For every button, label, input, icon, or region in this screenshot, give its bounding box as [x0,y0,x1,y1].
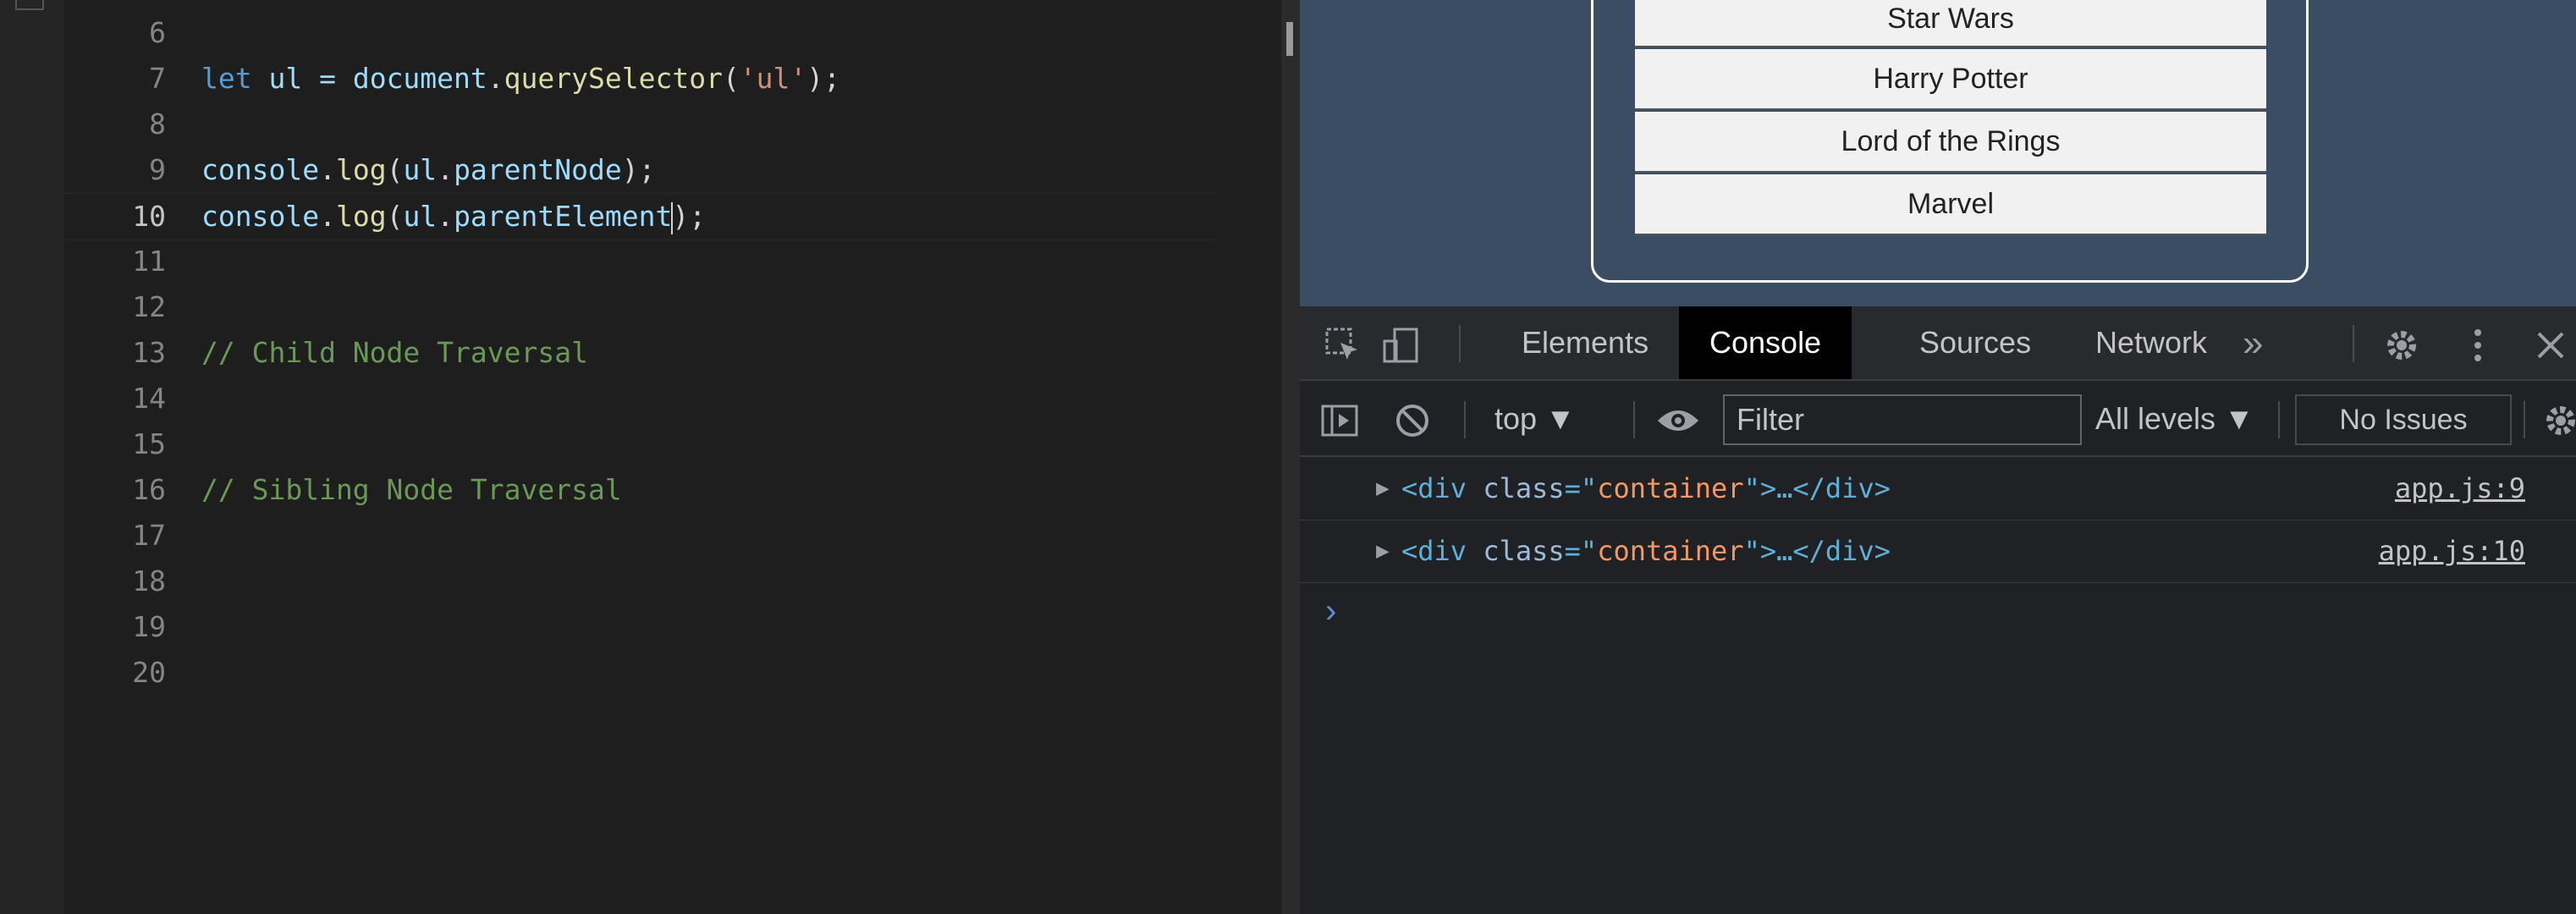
line-number: 11 [132,245,166,278]
code-comment[interactable]: // Sibling Node Traversal [201,467,622,513]
editor-line: 11 [64,239,1215,284]
editor-line: 7 let ul = document.querySelector('ul'); [64,56,1215,102]
console-settings-gear-icon[interactable] [2540,381,2576,457]
device-toolbar-icon[interactable] [1381,306,1420,381]
console-log-row[interactable]: ▶ <div class="container">…</div> app.js:… [1300,520,2576,583]
editor-line: 19 [64,604,1215,650]
line-number: 13 [132,336,166,369]
editor-line: 13 // Child Node Traversal [64,330,1215,376]
list-item: Marvel [1635,174,2266,235]
divider [2278,401,2280,438]
more-options-icon[interactable] [2473,306,2483,381]
line-number: 8 [149,107,166,140]
list-item: Harry Potter [1635,49,2266,110]
divider [2524,401,2525,438]
code-text[interactable]: console.log(ul.parentElement); [201,194,706,240]
line-number: 20 [132,656,166,689]
line-number: 12 [132,290,166,323]
splitter-grip[interactable] [1286,22,1293,56]
close-devtools-icon[interactable] [2535,306,2566,381]
divider [1464,401,1466,438]
line-number: 17 [132,519,166,552]
editor-line: 6 [64,10,1215,56]
editor-line: 15 [64,421,1215,467]
tab-console[interactable]: Console [1679,306,1852,379]
more-tabs-icon[interactable]: » [2243,306,2263,381]
console-prompt[interactable]: › [1325,586,1336,636]
code-comment[interactable]: // Child Node Traversal [201,330,588,376]
code-editor[interactable]: 6 7 let ul = document.querySelector('ul'… [64,0,1281,914]
devtools-panel: Elements Console Sources Network » top ▼… [1300,306,2576,914]
log-source-link[interactable]: app.js:9 [2395,457,2525,520]
log-source-link[interactable]: app.js:10 [2379,520,2525,582]
line-number: 14 [132,382,166,415]
line-number: 18 [132,564,166,597]
divider [1459,325,1461,362]
divider [1633,401,1635,438]
editor-line: 16 // Sibling Node Traversal [64,467,1215,513]
pane-splitter[interactable] [1281,0,1300,914]
code-text[interactable]: console.log(ul.parentNode); [201,147,656,193]
settings-gear-icon[interactable] [2381,306,2422,381]
split-editor-icon[interactable] [15,0,44,10]
line-number: 9 [149,153,166,186]
tab-elements[interactable]: Elements [1491,306,1679,379]
activity-bar [0,0,64,914]
editor-line: 18 [64,559,1215,604]
editor-line: 8 [64,102,1215,147]
line-number: 10 [132,200,166,233]
editor-line: 20 [64,650,1215,696]
list-item: Lord of the Rings [1635,112,2266,173]
editor-line: 9 console.log(ul.parentNode); [64,147,1215,193]
editor-line: 17 [64,513,1215,559]
tab-network[interactable]: Network [2065,306,2237,379]
line-number: 7 [149,62,166,95]
inspect-element-icon[interactable] [1324,306,1362,381]
console-log-row[interactable]: ▶ <div class="container">…</div> app.js:… [1300,457,2576,520]
line-number: 19 [132,610,166,643]
devtools-tabbar: Elements Console Sources Network » [1300,306,2576,381]
log-message[interactable]: <div class="container">…</div> [1401,520,1891,582]
editor-line-active: 10 console.log(ul.parentElement); [64,193,1215,240]
expand-triangle-icon[interactable]: ▶ [1376,520,1390,582]
browser-window: Star Wars Harry Potter Lord of the Rings… [1300,0,2576,914]
line-number: 15 [132,427,166,460]
list-item: Star Wars [1635,0,2266,47]
editor-line: 12 [64,284,1215,330]
tab-sources[interactable]: Sources [1889,306,2061,379]
movie-list: Star Wars Harry Potter Lord of the Rings… [1635,0,2266,237]
console-filter-input[interactable]: Filter [1723,394,2082,445]
sidebar-toggle-icon[interactable] [1320,381,1359,457]
issues-button[interactable]: No Issues [2295,394,2512,445]
page-viewport: Star Wars Harry Potter Lord of the Rings… [1300,0,2576,306]
log-message[interactable]: <div class="container">…</div> [1401,457,1891,520]
line-number: 6 [149,16,166,49]
console-toolbar: top ▼ Filter All levels ▼ No Issues [1300,381,2576,457]
editor-line: 14 [64,376,1215,421]
line-number: 16 [132,473,166,506]
live-expression-eye-icon[interactable] [1655,381,1701,457]
log-levels-dropdown[interactable]: All levels ▼ [2095,381,2254,457]
divider [2353,325,2354,362]
clear-console-icon[interactable] [1395,381,1430,457]
code-text[interactable]: let ul = document.querySelector('ul'); [201,56,840,102]
context-selector[interactable]: top ▼ [1494,381,1576,457]
expand-triangle-icon[interactable]: ▶ [1376,457,1390,520]
